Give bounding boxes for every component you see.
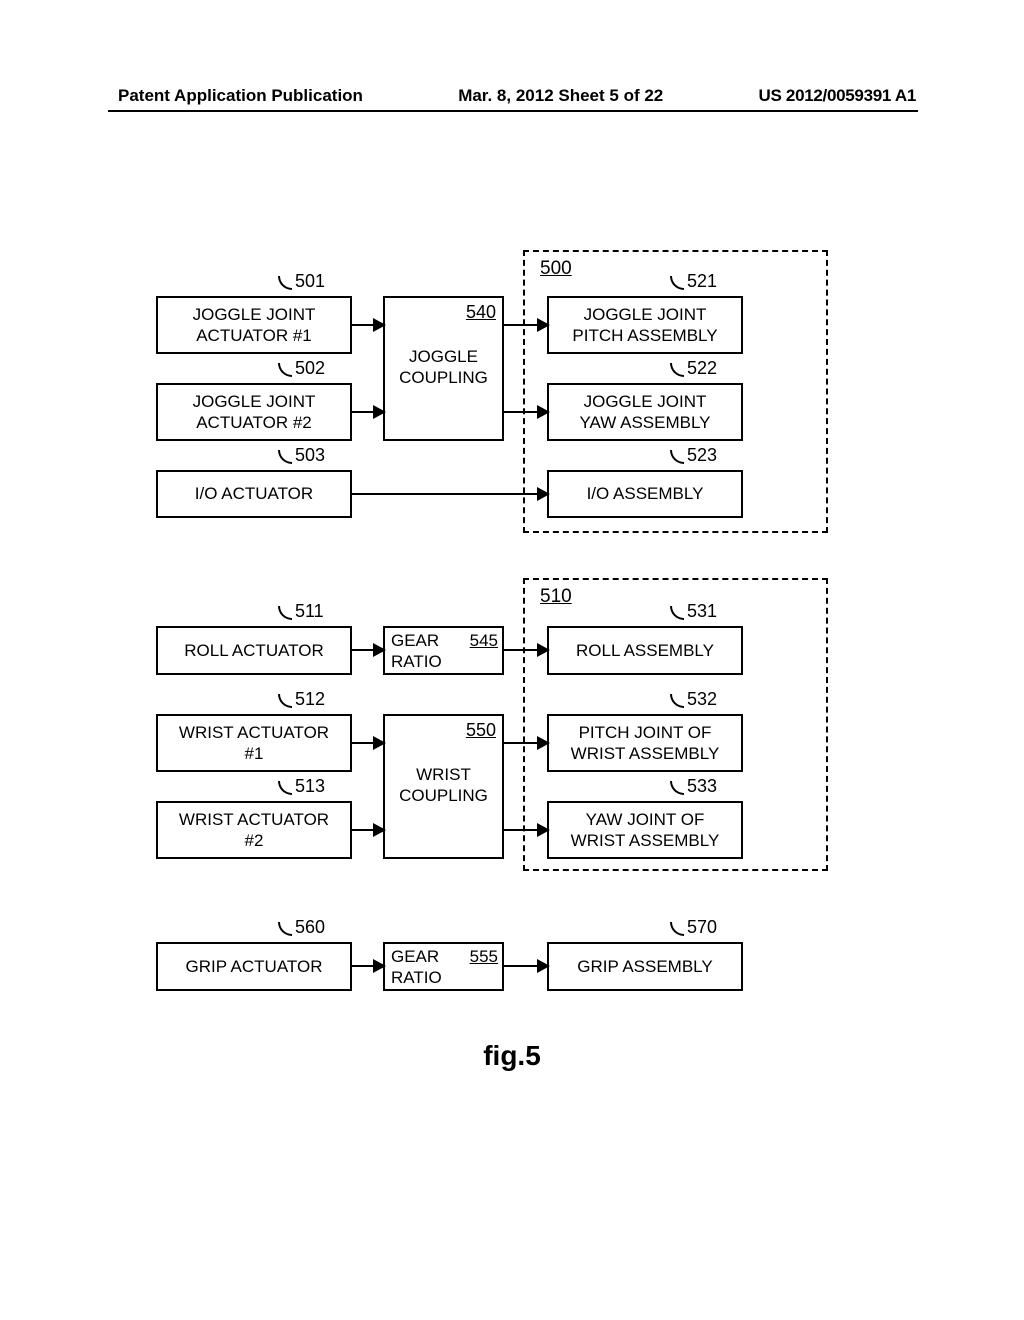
- arrow-head: [373, 318, 386, 332]
- box-540: 540 JOGGLE COUPLING: [383, 296, 504, 441]
- box-545-line2: RATIO: [391, 651, 442, 672]
- ref-513: 513: [278, 776, 325, 797]
- box-560: GRIP ACTUATOR: [156, 942, 352, 991]
- arrow-head: [373, 405, 386, 419]
- box-523: I/O ASSEMBLY: [547, 470, 743, 518]
- ref-555: 555: [470, 946, 498, 967]
- box-555-line1: GEAR: [391, 946, 439, 967]
- diagram: 500 JOGGLE JOINT ACTUATOR #1 501 JOGGLE …: [0, 0, 1024, 1320]
- ref-500: 500: [540, 258, 572, 280]
- arrow-head: [373, 643, 386, 657]
- box-550: 550 WRIST COUPLING: [383, 714, 504, 859]
- arrow-head: [537, 823, 550, 837]
- box-522: JOGGLE JOINT YAW ASSEMBLY: [547, 383, 743, 441]
- ref-511: 511: [278, 601, 324, 622]
- ref-510: 510: [540, 586, 572, 608]
- box-513: WRIST ACTUATOR #2: [156, 801, 352, 859]
- ref-545: 545: [470, 630, 498, 651]
- arrow-head: [373, 959, 386, 973]
- arrow-head: [537, 959, 550, 973]
- box-512: WRIST ACTUATOR #1: [156, 714, 352, 772]
- box-550-line2: COUPLING: [385, 785, 502, 806]
- box-531: ROLL ASSEMBLY: [547, 626, 743, 675]
- box-501: JOGGLE JOINT ACTUATOR #1: [156, 296, 352, 354]
- arrow-head: [373, 736, 386, 750]
- arrow-head: [537, 318, 550, 332]
- ref-550: 550: [466, 719, 496, 742]
- box-502: JOGGLE JOINT ACTUATOR #2: [156, 383, 352, 441]
- box-555-line2: RATIO: [391, 967, 442, 988]
- arrow: [352, 493, 547, 495]
- box-540-line1: JOGGLE: [385, 346, 502, 367]
- box-532: PITCH JOINT OF WRIST ASSEMBLY: [547, 714, 743, 772]
- box-545: GEAR 545 RATIO: [383, 626, 504, 675]
- ref-503: 503: [278, 445, 325, 466]
- ref-531: 531: [670, 601, 717, 622]
- ref-501: 501: [278, 271, 325, 292]
- ref-532: 532: [670, 689, 717, 710]
- box-540-line2: COUPLING: [385, 367, 502, 388]
- ref-540: 540: [466, 301, 496, 324]
- ref-502: 502: [278, 358, 325, 379]
- figure-caption: fig.5: [0, 1040, 1024, 1072]
- ref-533: 533: [670, 776, 717, 797]
- ref-512: 512: [278, 689, 325, 710]
- ref-570: 570: [670, 917, 717, 938]
- box-550-line1: WRIST: [385, 764, 502, 785]
- arrow-head: [537, 643, 550, 657]
- box-533: YAW JOINT OF WRIST ASSEMBLY: [547, 801, 743, 859]
- box-545-line1: GEAR: [391, 630, 439, 651]
- box-521: JOGGLE JOINT PITCH ASSEMBLY: [547, 296, 743, 354]
- arrow-head: [537, 487, 550, 501]
- arrow-head: [537, 736, 550, 750]
- arrow-head: [537, 405, 550, 419]
- arrow-head: [373, 823, 386, 837]
- box-511: ROLL ACTUATOR: [156, 626, 352, 675]
- ref-521: 521: [670, 271, 717, 292]
- box-555: GEAR 555 RATIO: [383, 942, 504, 991]
- ref-522: 522: [670, 358, 717, 379]
- box-570: GRIP ASSEMBLY: [547, 942, 743, 991]
- ref-523: 523: [670, 445, 717, 466]
- ref-560: 560: [278, 917, 325, 938]
- box-503: I/O ACTUATOR: [156, 470, 352, 518]
